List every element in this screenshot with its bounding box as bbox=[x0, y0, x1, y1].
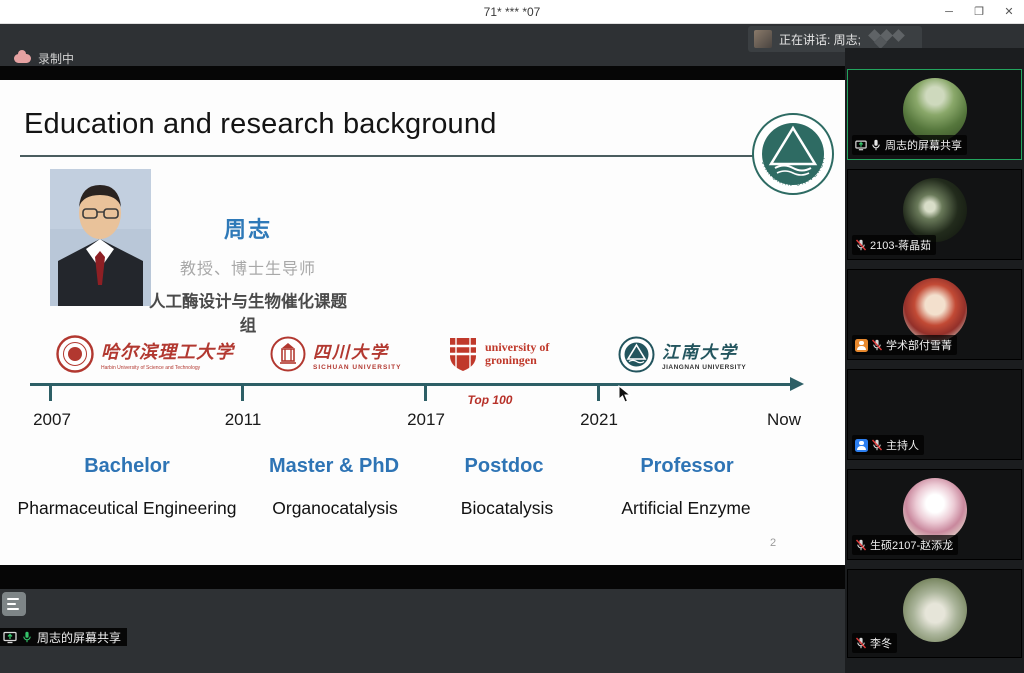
mic-muted-icon bbox=[871, 439, 883, 451]
timeline-tick-2021 bbox=[597, 386, 600, 401]
avatar bbox=[903, 578, 967, 642]
timeline-year: 2007 bbox=[33, 410, 71, 430]
video-tile[interactable]: 主持人 bbox=[847, 369, 1022, 460]
profile-photo bbox=[50, 169, 151, 306]
speaker-avatar bbox=[754, 30, 772, 48]
recording-cloud-icon bbox=[14, 54, 31, 63]
screen-share-icon bbox=[855, 139, 867, 151]
mic-muted-icon bbox=[855, 239, 867, 251]
screen-share-badge-label: 周志的屏幕共享 bbox=[37, 629, 121, 646]
tile-label: 周志的屏幕共享 bbox=[852, 135, 967, 155]
sichuan-name-en: SICHUAN UNIVERSITY bbox=[313, 364, 401, 371]
video-tile[interactable]: 李冬 bbox=[847, 569, 1022, 658]
timeline-tick-2011 bbox=[241, 386, 244, 401]
video-tile-screen-share[interactable]: 周志的屏幕共享 bbox=[847, 69, 1022, 160]
avatar bbox=[903, 178, 967, 242]
timeline-annotation-top100: Top 100 bbox=[468, 393, 513, 407]
avatar bbox=[903, 478, 967, 542]
tile-label: 学术部付雪菁 bbox=[852, 335, 957, 355]
restore-button[interactable]: ❐ bbox=[964, 0, 994, 24]
window-titlebar: 71* *** *07 ─ ❐ ✕ bbox=[0, 0, 1024, 24]
timeline-axis bbox=[30, 383, 792, 386]
research-group: 人工酶设计与生物催化课题组 bbox=[148, 288, 348, 336]
participants-sidebar: 周志的屏幕共享 2103-蒋晶茹 bbox=[845, 48, 1024, 673]
title-divider bbox=[20, 155, 758, 157]
profile-block: 周志 教授、博士生导师 人工酶设计与生物催化课题组 bbox=[148, 212, 348, 336]
member-badge-icon bbox=[855, 339, 868, 352]
slide-title: Education and research background bbox=[24, 108, 497, 141]
meeting-app-area: 录制中 正在讲话: 周志; Education and research bac… bbox=[0, 24, 1024, 649]
sichuan-name-cn: 四川大学 bbox=[313, 338, 401, 363]
speaking-banner-text: 正在讲话: 周志; bbox=[779, 31, 861, 48]
mic-muted-icon bbox=[871, 339, 883, 351]
letterbox-top bbox=[0, 66, 845, 80]
recording-indicator: 录制中 bbox=[14, 50, 74, 67]
host-badge-icon bbox=[855, 439, 868, 452]
stage-role: Bachelor bbox=[84, 455, 170, 478]
stage-field: Pharmaceutical Engineering bbox=[18, 498, 237, 519]
mic-muted-icon bbox=[855, 539, 867, 551]
meeting-watermark-icon bbox=[862, 31, 914, 47]
video-tile[interactable]: 生硕2107-赵添龙 bbox=[847, 469, 1022, 560]
mic-muted-icon bbox=[855, 637, 867, 649]
avatar bbox=[903, 78, 967, 142]
screen-share-icon bbox=[3, 630, 17, 644]
avatar bbox=[903, 378, 967, 442]
close-button[interactable]: ✕ bbox=[994, 0, 1024, 24]
shared-slide: Education and research background JIANGN… bbox=[0, 80, 845, 565]
timeline-year: 2017 bbox=[407, 410, 445, 430]
tile-label: 2103-蒋晶茹 bbox=[852, 235, 936, 255]
timeline-year-now: Now bbox=[767, 410, 801, 430]
screen-share-badge: 周志的屏幕共享 bbox=[0, 628, 127, 646]
participant-name: 生硕2107-赵添龙 bbox=[870, 537, 953, 553]
professor-title: 教授、博士生导师 bbox=[148, 255, 348, 279]
stage-role: Professor bbox=[640, 455, 733, 478]
jiangnan-university-seal-icon bbox=[618, 336, 655, 373]
institution-harbin: 哈尔滨理工大学 Harbin University of Science and… bbox=[56, 330, 234, 378]
timeline-tick-2007 bbox=[49, 386, 52, 401]
stage-role: Master & PhD bbox=[269, 455, 399, 478]
minimize-button[interactable]: ─ bbox=[934, 0, 964, 24]
institution-groningen: university of groningen bbox=[448, 330, 549, 378]
participant-name: 主持人 bbox=[886, 437, 919, 453]
harbin-name-en: Harbin University of Science and Technol… bbox=[101, 365, 234, 371]
mic-on-icon bbox=[870, 139, 882, 151]
window-title: 71* *** *07 bbox=[0, 0, 1024, 24]
recording-label: 录制中 bbox=[38, 50, 74, 67]
harbin-name-cn: 哈尔滨理工大学 bbox=[101, 338, 234, 364]
avatar bbox=[903, 278, 967, 342]
video-tile[interactable]: 学术部付雪菁 bbox=[847, 269, 1022, 360]
timeline-year: 2011 bbox=[225, 410, 262, 430]
institution-sichuan: 四川大学 SICHUAN UNIVERSITY bbox=[270, 330, 401, 378]
jiangnan-name-cn: 江南大学 bbox=[662, 338, 746, 363]
groningen-shield-icon bbox=[448, 336, 478, 372]
tile-label: 主持人 bbox=[852, 435, 924, 455]
video-tile[interactable]: 2103-蒋晶茹 bbox=[847, 169, 1022, 260]
mic-on-icon bbox=[21, 631, 33, 643]
participant-name: 2103-蒋晶茹 bbox=[870, 237, 931, 253]
stage-field: Organocatalysis bbox=[272, 498, 397, 519]
participant-name: 学术部付雪菁 bbox=[886, 337, 952, 353]
jiangnan-name-en: JIANGNAN UNIVERSITY bbox=[662, 364, 746, 371]
stage-field: Biocatalysis bbox=[461, 498, 553, 519]
harbin-university-seal-icon bbox=[56, 335, 94, 373]
professor-name: 周志 bbox=[148, 212, 348, 244]
window-controls: ─ ❐ ✕ bbox=[934, 0, 1024, 24]
timeline-arrowhead-icon bbox=[790, 377, 804, 391]
slide-page-number: 2 bbox=[770, 537, 776, 549]
timeline-tick-2017 bbox=[424, 386, 427, 401]
participant-name: 周志的屏幕共享 bbox=[885, 137, 962, 153]
institution-jiangnan: 江南大学 JIANGNAN UNIVERSITY bbox=[618, 330, 746, 378]
slide-panel-toggle-button[interactable] bbox=[2, 592, 26, 616]
tile-label: 生硕2107-赵添龙 bbox=[852, 535, 958, 555]
stage-field: Artificial Enzyme bbox=[621, 498, 750, 519]
timeline-year: 2021 bbox=[580, 410, 618, 430]
letterbox-bottom bbox=[0, 565, 845, 589]
mouse-cursor-icon bbox=[618, 385, 631, 403]
groningen-line2: groningen bbox=[485, 354, 549, 367]
tile-label: 李冬 bbox=[852, 633, 897, 653]
sichuan-university-seal-icon bbox=[270, 336, 306, 372]
stage-role: Postdoc bbox=[465, 455, 544, 478]
jiangnan-university-logo-icon: JIANGNAN UNIVERSITY bbox=[751, 112, 835, 196]
